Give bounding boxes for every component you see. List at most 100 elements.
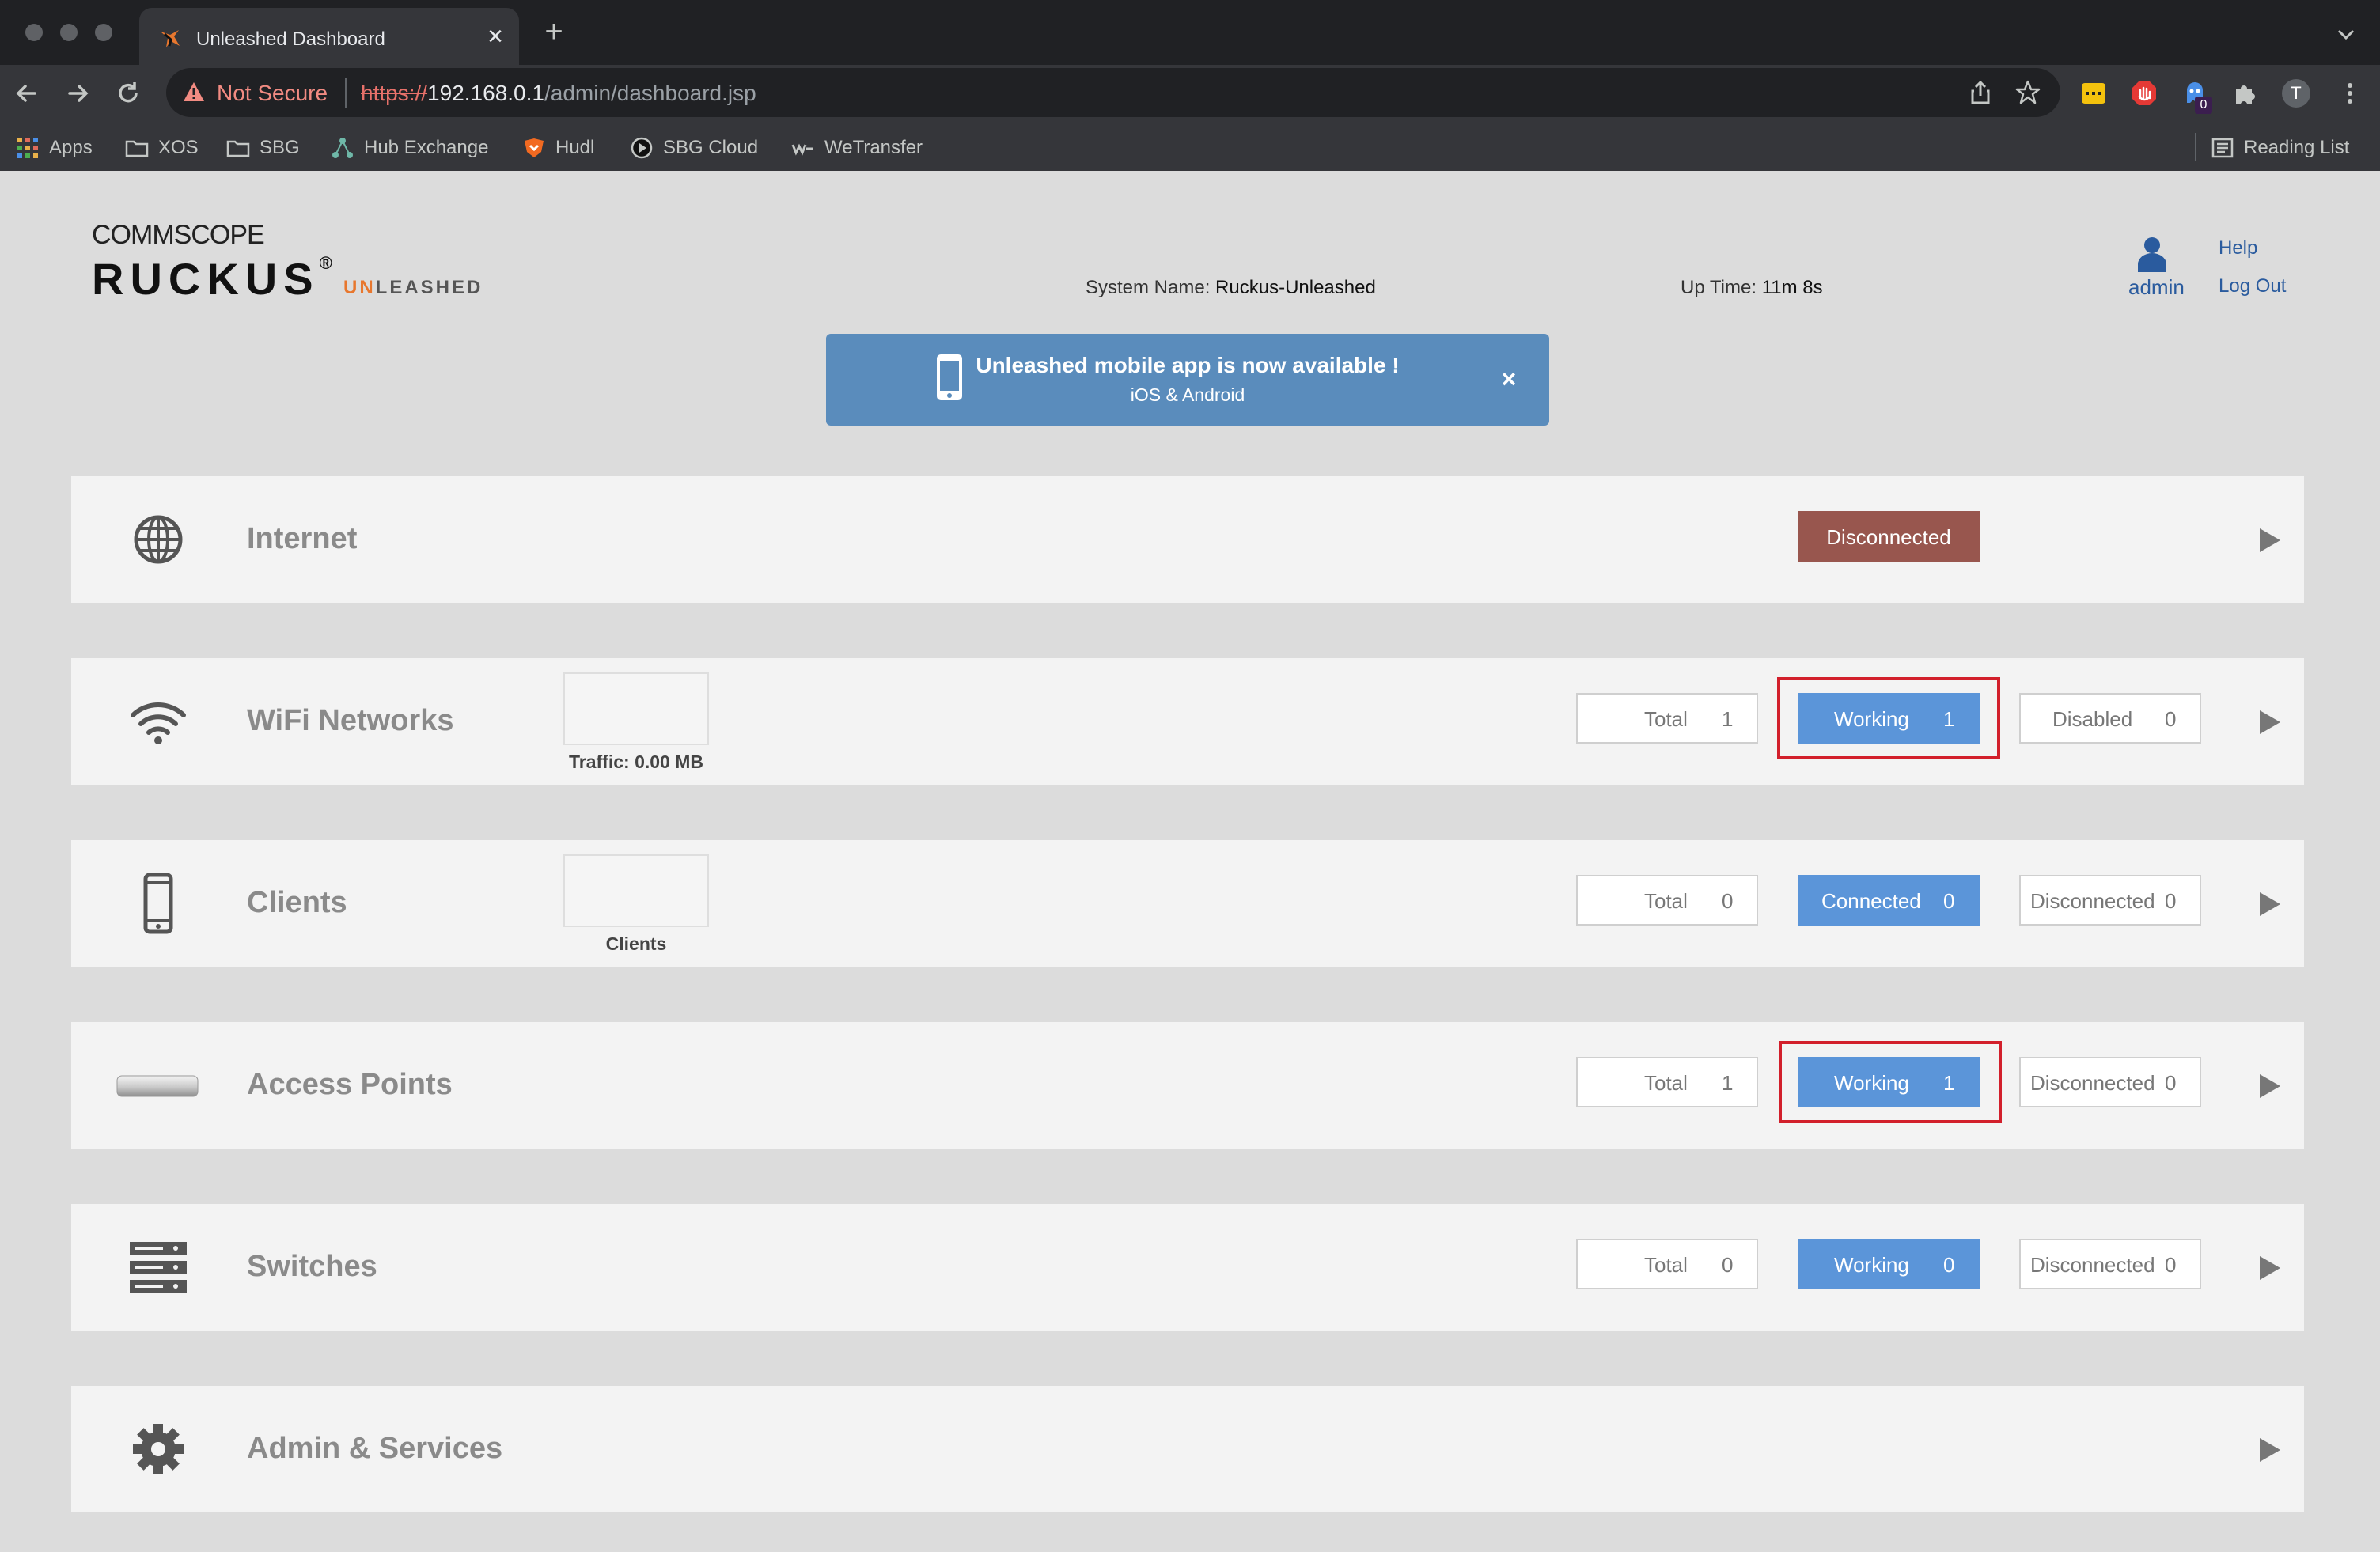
hub-exchange-icon xyxy=(332,138,353,158)
aps-disconnected-stat[interactable]: Disconnected 0 xyxy=(2019,1057,2201,1107)
clients-total-stat[interactable]: Total 0 xyxy=(1576,875,1758,926)
stat-label: Total xyxy=(1644,889,1688,913)
reading-list-icon xyxy=(2211,138,2234,158)
play-arrow-icon[interactable] xyxy=(2257,1437,2282,1463)
play-arrow-icon[interactable] xyxy=(2257,527,2282,554)
url-path: /admin/dashboard.jsp xyxy=(544,81,756,105)
system-name-label: System Name: xyxy=(1086,277,1211,298)
url-text[interactable]: https://192.168.0.1/admin/dashboard.jsp xyxy=(361,81,756,106)
internet-row[interactable]: Internet Disconnected xyxy=(71,476,2304,603)
sticky-note-extension-icon[interactable] xyxy=(2079,79,2108,108)
tab-title: Unleashed Dashboard xyxy=(196,28,385,50)
stat-value: 0 xyxy=(1943,889,1955,913)
switches-total-stat[interactable]: Total 0 xyxy=(1576,1239,1758,1289)
share-icon[interactable] xyxy=(1967,79,1994,106)
clients-connected-stat[interactable]: Connected 0 xyxy=(1798,875,1980,926)
reading-list-button[interactable]: Reading List xyxy=(2211,134,2349,161)
switches-row[interactable]: Switches Total 0 Working 0 Disconnected … xyxy=(71,1204,2304,1331)
aps-total-stat[interactable]: Total 1 xyxy=(1576,1057,1758,1107)
window-zoom-dot[interactable] xyxy=(95,24,112,41)
star-icon[interactable] xyxy=(2014,79,2041,106)
bookmarks-separator xyxy=(2195,133,2196,161)
new-tab-icon[interactable]: + xyxy=(538,16,570,47)
product-un: UN xyxy=(343,277,376,298)
window-close-dot[interactable] xyxy=(25,24,43,41)
banner-close-icon[interactable]: × xyxy=(1497,365,1521,392)
internet-title: Internet xyxy=(247,522,358,555)
bookmark-apps[interactable]: Apps xyxy=(16,134,93,161)
product-leashed: LEASHED xyxy=(375,277,483,298)
warning-icon[interactable] xyxy=(182,81,206,103)
stat-label: Disconnected xyxy=(2030,1071,2155,1095)
wifi-total-stat[interactable]: Total 1 xyxy=(1576,693,1758,744)
bookmark-label: SBG Cloud xyxy=(663,137,759,158)
user-icon[interactable] xyxy=(2136,236,2168,272)
play-arrow-icon[interactable] xyxy=(2257,1073,2282,1100)
mobile-app-banner[interactable]: Unleashed mobile app is now available ! … xyxy=(826,334,1549,426)
bookmark-hub-exchange[interactable]: Hub Exchange xyxy=(331,134,488,161)
access-points-title: Access Points xyxy=(247,1068,453,1101)
help-link[interactable]: Help xyxy=(2219,237,2257,259)
not-secure-label[interactable]: Not Secure xyxy=(217,81,328,106)
admin-services-row[interactable]: Admin & Services xyxy=(71,1386,2304,1512)
wifi-icon xyxy=(131,702,186,744)
url-host: 192.168.0.1 xyxy=(427,81,544,105)
bookmark-sbg[interactable]: SBG xyxy=(226,134,300,161)
bookmark-label: XOS xyxy=(158,137,199,158)
play-arrow-icon[interactable] xyxy=(2257,891,2282,918)
stat-label: Disconnected xyxy=(2030,889,2155,913)
reload-icon[interactable] xyxy=(112,78,144,109)
chevron-down-icon[interactable] xyxy=(2334,22,2358,46)
banner-subtitle: iOS & Android xyxy=(1130,384,1245,405)
wifi-traffic-graph[interactable] xyxy=(563,672,709,745)
adblock-extension-icon[interactable] xyxy=(2130,79,2158,108)
bookmark-xos[interactable]: XOS xyxy=(125,134,199,161)
stat-value: 0 xyxy=(1722,889,1734,913)
uptime-value: 11m 8s xyxy=(1761,277,1823,298)
puzzle-extensions-icon[interactable] xyxy=(2231,79,2260,108)
bookmarks-bar: Apps XOS SBG Hub Exchange Hudl SBG Cloud… xyxy=(0,123,2380,171)
stat-value: 0 xyxy=(1722,1253,1734,1277)
switches-working-stat[interactable]: Working 0 xyxy=(1798,1239,1980,1289)
clients-disconnected-stat[interactable]: Disconnected 0 xyxy=(2019,875,2201,926)
url-scheme: https:// xyxy=(361,81,428,105)
system-name: System Name: Ruckus-Unleashed xyxy=(1086,277,1376,299)
browser-tab-active[interactable]: Unleashed Dashboard × xyxy=(139,8,519,65)
bookmark-wetransfer[interactable]: WeTransfer xyxy=(791,134,923,161)
stat-label: Total xyxy=(1644,707,1688,731)
stat-label: Total xyxy=(1644,1071,1688,1095)
wifi-networks-row[interactable]: WiFi Networks Traffic: 0.00 MB Total 1 W… xyxy=(71,658,2304,785)
uptime-label: Up Time: xyxy=(1681,277,1757,298)
access-point-icon xyxy=(116,1075,199,1097)
profile-avatar[interactable]: T xyxy=(2282,79,2310,108)
uptime: Up Time: 11m 8s xyxy=(1681,277,1823,299)
kebab-menu-icon[interactable] xyxy=(2336,79,2364,108)
play-arrow-icon[interactable] xyxy=(2257,709,2282,736)
forward-icon[interactable] xyxy=(62,78,93,109)
play-arrow-icon[interactable] xyxy=(2257,1255,2282,1281)
bookmark-hudl[interactable]: Hudl xyxy=(522,134,594,161)
hudl-icon xyxy=(525,138,544,157)
brand-ruckus: RUCKUS® xyxy=(92,253,332,305)
logout-link[interactable]: Log Out xyxy=(2219,275,2286,297)
product-unleashed: UNLEASHED xyxy=(343,277,483,299)
stat-label: Total xyxy=(1644,1253,1688,1277)
tab-close-icon[interactable]: × xyxy=(483,22,508,51)
bookmark-label: SBG xyxy=(260,137,300,158)
internet-status-badge[interactable]: Disconnected xyxy=(1798,511,1980,562)
wifi-traffic-caption: Traffic: 0.00 MB xyxy=(569,751,703,772)
bookmark-sbg-cloud[interactable]: SBG Cloud xyxy=(630,134,758,161)
stat-value: 1 xyxy=(1722,1071,1734,1095)
access-points-row[interactable]: Access Points Total 1 Working 1 Disconne… xyxy=(71,1022,2304,1149)
system-name-value: Ruckus-Unleashed xyxy=(1215,277,1376,298)
wifi-disabled-stat[interactable]: Disabled 0 xyxy=(2019,693,2201,744)
clients-row[interactable]: Clients Clients Total 0 Connected 0 Disc… xyxy=(71,840,2304,967)
back-icon[interactable] xyxy=(11,78,43,109)
browser-toolbar: Not Secure https://192.168.0.1/admin/das… xyxy=(0,65,2380,180)
address-bar[interactable]: Not Secure https://192.168.0.1/admin/das… xyxy=(166,68,2060,117)
window-minimize-dot[interactable] xyxy=(60,24,78,41)
stat-value: 0 xyxy=(2165,1071,2177,1095)
clients-graph[interactable] xyxy=(563,854,709,927)
switches-disconnected-stat[interactable]: Disconnected 0 xyxy=(2019,1239,2201,1289)
admin-user-link[interactable]: admin xyxy=(2128,275,2185,300)
